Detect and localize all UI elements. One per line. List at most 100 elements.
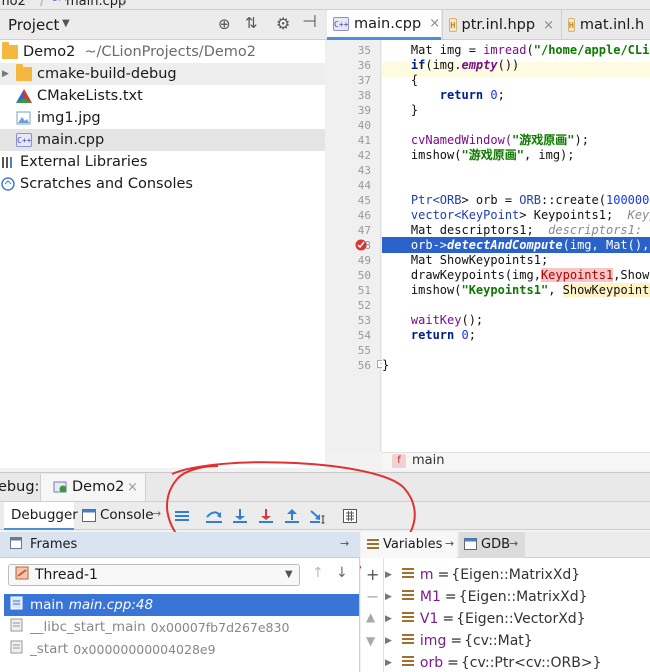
breadcrumb-project[interactable]: mo2 [0,0,26,9]
close-icon[interactable]: × [127,480,138,495]
breakpoint-icon[interactable] [355,239,367,255]
code-line: Mat descriptors1; descriptors1: d [382,223,650,237]
tab-debugger[interactable]: Debugger [4,502,78,530]
tree-item-demo2[interactable]: Demo2 ~/CLionProjects/Demo2 [0,41,325,63]
window-breadcrumb: mo2 / C++ main.cpp / [0,0,650,10]
thread-name: Thread-1 [35,567,98,583]
frame-row[interactable]: __libc_start_main 0x00007fb7d267e830 [4,616,359,638]
code-line: waitKey(); [410,313,484,327]
code-editor[interactable]: Mat img = imread("/home/apple/CLio if(im… [382,40,650,452]
code-line: return 0; [410,328,476,342]
frame-row[interactable]: _start 0x00000000004028e9 [4,638,359,660]
variable-icon [401,655,414,671]
equals-sign: = [437,567,450,583]
variable-value: {Eigen::VectorXd} [456,611,586,627]
line-number: 46 [357,209,371,222]
side-divider [383,558,384,672]
tree-item-external-libraries[interactable]: External Libraries [0,151,325,173]
breadcrumb-file[interactable]: main.cpp [66,0,126,9]
folder-icon [2,42,18,59]
cpp-file-icon: C++ [333,16,349,31]
collapse-all-icon[interactable]: ⇅ [245,14,258,32]
cmake-icon [16,89,32,103]
line-number: 56 [357,359,371,372]
frames-header: Frames → [0,532,360,558]
tab-label: main.cpp [354,15,422,32]
code-line-current: orb->detectAndCompute(img, Mat(), [382,238,650,252]
frame-row[interactable]: main main.cpp:48 [4,594,359,616]
tab-variables[interactable]: Variables → [361,532,457,558]
variable-value: {Eigen::MatrixXd} [451,567,581,583]
chevron-down-icon[interactable]: ▼ [62,18,70,29]
add-watch-icon[interactable]: + [366,565,379,584]
chevron-right-icon[interactable]: ▶ [385,570,392,580]
variable-row[interactable]: ▶ V1 = {Eigen::VectorXd} [385,608,650,630]
project-view-title[interactable]: Project [8,16,59,34]
locate-target-icon[interactable]: ⊕ [218,15,231,33]
code-line: vector<KeyPoint> Keypoints1; Keyp [382,208,650,222]
frame-function: __libc_start_main [30,619,146,635]
line-number: 41 [357,134,371,147]
chevron-down-icon: ▼ [285,569,293,580]
tab-main-cpp[interactable]: C++ main.cpp × [327,10,441,40]
line-number: 42 [357,149,371,162]
tree-item-cmake-build-debug[interactable]: ▶ cmake-build-debug [0,63,325,85]
frame-icon [10,640,24,658]
variables-icon [367,538,379,554]
tree-item-label: External Libraries [20,154,148,170]
tree-item-cmakelists[interactable]: CMakeLists.txt [0,85,325,107]
variable-name: m [419,567,434,583]
hide-panel-icon[interactable]: ⊣ [302,12,317,32]
editor-gutter[interactable]: 35 36 37 38 39 40 41 42 43 44 45 46 47 4… [325,40,404,452]
variable-name: M1 [419,589,441,605]
arrow-up-icon[interactable]: ▲ [366,610,375,624]
arrow-down-icon[interactable]: ↓ [336,565,348,581]
variable-row[interactable]: ▶ m = {Eigen::MatrixXd} [385,564,650,586]
tree-item-img1[interactable]: img1.jpg [0,107,325,129]
variable-row[interactable]: ▶ M1 = {Eigen::MatrixXd} [385,586,650,608]
close-icon[interactable]: × [543,18,554,33]
gdb-console-icon [464,538,477,554]
pin-arrow-icon[interactable]: → [340,537,349,550]
tab-gdb[interactable]: GDB → [459,532,525,558]
pin-arrow-icon[interactable]: → [445,537,454,550]
tree-item-label: main.cpp [37,132,105,148]
variable-row[interactable]: ▶ img = {cv::Mat} [385,630,650,652]
variable-icon [401,589,414,605]
chevron-right-icon[interactable]: ▶ [385,614,392,624]
thread-dropdown[interactable]: Thread-1 ▼ [8,564,300,586]
tab-label: Debugger [11,507,78,523]
tab-debug-session[interactable]: Demo2 × [40,474,146,501]
line-number: 49 [357,254,371,267]
chevron-right-icon[interactable]: ▶ [385,658,392,668]
tab-ptr-inl-hpp[interactable]: H ptr.inl.hpp × [442,10,560,40]
tab-console[interactable]: Console → [78,502,168,530]
line-number: 54 [357,329,371,342]
variable-row[interactable]: ▶ orb = {cv::Ptr<cv::ORB>} [385,652,650,672]
gear-icon[interactable]: ⚙ [276,14,290,33]
variable-name: orb [419,655,444,671]
line-number: 45 [357,194,371,207]
arrow-up-icon[interactable]: ↑ [312,565,324,581]
chevron-right-icon[interactable]: ▶ [385,592,392,602]
frame-location: 0x00000000004028e9 [73,641,216,657]
remove-watch-icon[interactable]: − [366,587,379,606]
breadcrumb-separator: / [40,0,45,9]
line-number: 47 [357,224,371,237]
tree-item-main-cpp[interactable]: C++ main.cpp [0,129,325,151]
chevron-right-icon[interactable]: ▶ [385,636,392,646]
line-number: 50 [357,269,371,282]
line-number: 38 [357,89,371,102]
arrow-down-icon[interactable]: ▼ [366,634,375,648]
equals-sign: = [444,589,457,605]
chevron-right-icon[interactable]: ▶ [2,69,9,79]
tree-item-label: cmake-build-debug [37,66,177,82]
pin-arrow-icon[interactable]: → [509,537,518,550]
tab-mat-inl-hpp[interactable]: H mat.inl.h [561,10,650,40]
close-icon[interactable]: × [429,16,440,31]
variable-value: {cv::Ptr<cv::ORB>} [460,655,602,671]
image-file-icon [16,111,32,125]
tree-item-scratches[interactable]: Scratches and Consoles [0,173,325,195]
tree-item-label: CMakeLists.txt [37,88,143,104]
line-number: 51 [357,284,371,297]
